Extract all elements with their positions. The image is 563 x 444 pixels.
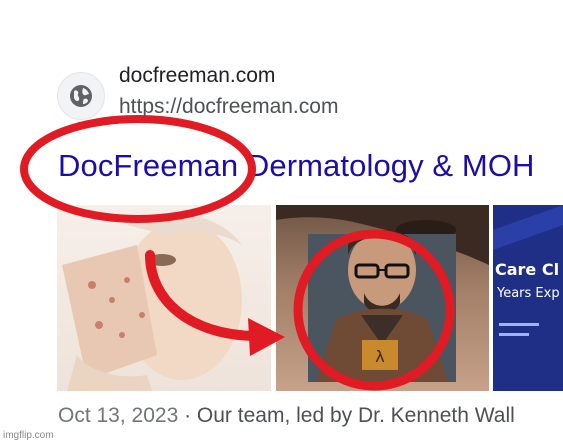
inset-circle-annotation: [293, 229, 455, 391]
title-circle-annotation: [20, 115, 256, 223]
arrow-shaft: [145, 250, 260, 341]
imgflip-watermark: imgflip.com: [3, 430, 54, 441]
annotation-overlay: [20, 115, 455, 391]
arrow-head-icon: [248, 318, 285, 356]
